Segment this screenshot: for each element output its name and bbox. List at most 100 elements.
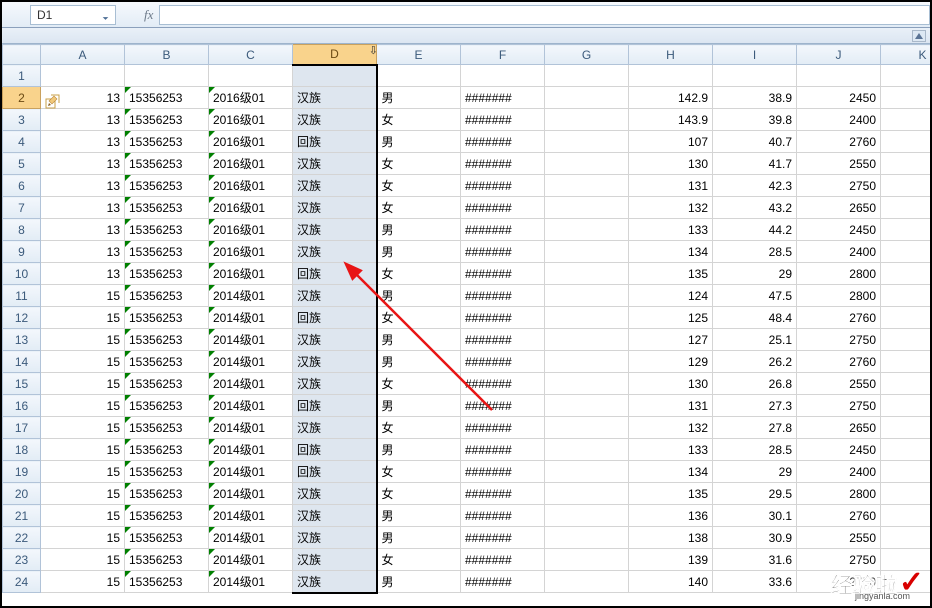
cell-B20[interactable]: 15356253 <box>125 483 209 505</box>
cell-E7[interactable]: 女 <box>377 197 461 219</box>
col-header-F[interactable]: F <box>461 45 545 65</box>
cell-H16[interactable]: 131 <box>629 395 713 417</box>
cell-D21[interactable]: 汉族 <box>293 505 377 527</box>
cell-A8[interactable]: 13 <box>41 219 125 241</box>
cell-D7[interactable]: 汉族 <box>293 197 377 219</box>
cell-B9[interactable]: 15356253 <box>125 241 209 263</box>
cell-K8[interactable]: 10.6 <box>881 219 931 241</box>
cell-I10[interactable]: 29 <box>713 263 797 285</box>
cell-G20[interactable] <box>545 483 629 505</box>
row-header[interactable]: 12 <box>3 307 41 329</box>
cell-G9[interactable] <box>545 241 629 263</box>
cell-A11[interactable]: 15 <box>41 285 125 307</box>
col-header-A[interactable]: A <box>41 45 125 65</box>
cell-I2[interactable]: 38.9 <box>713 87 797 109</box>
cell-D2[interactable]: 汉族 <box>293 87 377 109</box>
col-header-I[interactable]: I <box>713 45 797 65</box>
cell-B7[interactable]: 15356253 <box>125 197 209 219</box>
cell-A5[interactable]: 13 <box>41 153 125 175</box>
cell-B19[interactable]: 15356253 <box>125 461 209 483</box>
cell-C2[interactable]: 2016级01 <box>209 87 293 109</box>
cell-B23[interactable]: 15356253 <box>125 549 209 571</box>
cell-F16[interactable]: ####### <box>461 395 545 417</box>
cell-C23[interactable]: 2014级01 <box>209 549 293 571</box>
cell-I24[interactable]: 33.6 <box>713 571 797 593</box>
cell-K4[interactable]: 9.6 <box>881 131 931 153</box>
row-header[interactable]: 4 <box>3 131 41 153</box>
cell-F15[interactable]: ####### <box>461 373 545 395</box>
cell-D11[interactable]: 汉族 <box>293 285 377 307</box>
cell-C5[interactable]: 2016级01 <box>209 153 293 175</box>
cell-F8[interactable]: ####### <box>461 219 545 241</box>
cell-K21[interactable]: 8.9 <box>881 505 931 527</box>
cell-D12[interactable]: 回族 <box>293 307 377 329</box>
cell-J21[interactable]: 2760 <box>797 505 881 527</box>
row-header[interactable]: 22 <box>3 527 41 549</box>
cell-B10[interactable]: 15356253 <box>125 263 209 285</box>
cell-I4[interactable]: 40.7 <box>713 131 797 153</box>
row-header[interactable]: 10 <box>3 263 41 285</box>
cell-E11[interactable]: 男 <box>377 285 461 307</box>
cell-F4[interactable]: ####### <box>461 131 545 153</box>
cell-G19[interactable] <box>545 461 629 483</box>
cell-F11[interactable]: ####### <box>461 285 545 307</box>
cell-C11[interactable]: 2014级01 <box>209 285 293 307</box>
cell-K1[interactable] <box>881 65 931 87</box>
row-header[interactable]: 21 <box>3 505 41 527</box>
cell-B6[interactable]: 15356253 <box>125 175 209 197</box>
cell-G24[interactable] <box>545 571 629 593</box>
cell-F5[interactable]: ####### <box>461 153 545 175</box>
cell-E17[interactable]: 女 <box>377 417 461 439</box>
cell-H5[interactable]: 130 <box>629 153 713 175</box>
cell-E8[interactable]: 男 <box>377 219 461 241</box>
cell-D13[interactable]: 汉族 <box>293 329 377 351</box>
col-header-B[interactable]: B <box>125 45 209 65</box>
cell-K2[interactable]: 9.1 <box>881 87 931 109</box>
cell-K5[interactable]: 9.8 <box>881 153 931 175</box>
cell-B12[interactable]: 15356253 <box>125 307 209 329</box>
cell-A14[interactable]: 15 <box>41 351 125 373</box>
cell-F6[interactable]: ####### <box>461 175 545 197</box>
cell-G22[interactable] <box>545 527 629 549</box>
cell-I6[interactable]: 42.3 <box>713 175 797 197</box>
cell-J11[interactable]: 2800 <box>797 285 881 307</box>
cell-B24[interactable]: 15356253 <box>125 571 209 593</box>
cell-G7[interactable] <box>545 197 629 219</box>
row-header[interactable]: 17 <box>3 417 41 439</box>
cell-F12[interactable]: ####### <box>461 307 545 329</box>
cell-D23[interactable]: 汉族 <box>293 549 377 571</box>
cell-E1[interactable] <box>377 65 461 87</box>
cell-G16[interactable] <box>545 395 629 417</box>
cell-I19[interactable]: 29 <box>713 461 797 483</box>
col-header-J[interactable]: J <box>797 45 881 65</box>
cell-H2[interactable]: 142.9 <box>629 87 713 109</box>
cell-I13[interactable]: 25.1 <box>713 329 797 351</box>
cell-A23[interactable]: 15 <box>41 549 125 571</box>
col-header-G[interactable]: G <box>545 45 629 65</box>
cell-I16[interactable]: 27.3 <box>713 395 797 417</box>
cell-J6[interactable]: 2750 <box>797 175 881 197</box>
cell-H17[interactable]: 132 <box>629 417 713 439</box>
cell-J10[interactable]: 2800 <box>797 263 881 285</box>
cell-D16[interactable]: 回族 <box>293 395 377 417</box>
cell-F10[interactable]: ####### <box>461 263 545 285</box>
cell-B13[interactable]: 15356253 <box>125 329 209 351</box>
cell-K6[interactable]: 10.2 <box>881 175 931 197</box>
cell-J2[interactable]: 2450 <box>797 87 881 109</box>
cell-D22[interactable]: 汉族 <box>293 527 377 549</box>
cell-A24[interactable]: 15 <box>41 571 125 593</box>
cell-A4[interactable]: 13 <box>41 131 125 153</box>
cell-B16[interactable]: 15356253 <box>125 395 209 417</box>
cell-D9[interactable]: 汉族 <box>293 241 377 263</box>
cell-E16[interactable]: 男 <box>377 395 461 417</box>
cell-F17[interactable]: ####### <box>461 417 545 439</box>
cell-H24[interactable]: 140 <box>629 571 713 593</box>
cell-E2[interactable]: 男 <box>377 87 461 109</box>
cell-J4[interactable]: 2760 <box>797 131 881 153</box>
cell-I20[interactable]: 29.5 <box>713 483 797 505</box>
cell-D6[interactable]: 汉族 <box>293 175 377 197</box>
cell-C4[interactable]: 2016级01 <box>209 131 293 153</box>
cell-G5[interactable] <box>545 153 629 175</box>
cell-F13[interactable]: ####### <box>461 329 545 351</box>
cell-G2[interactable] <box>545 87 629 109</box>
